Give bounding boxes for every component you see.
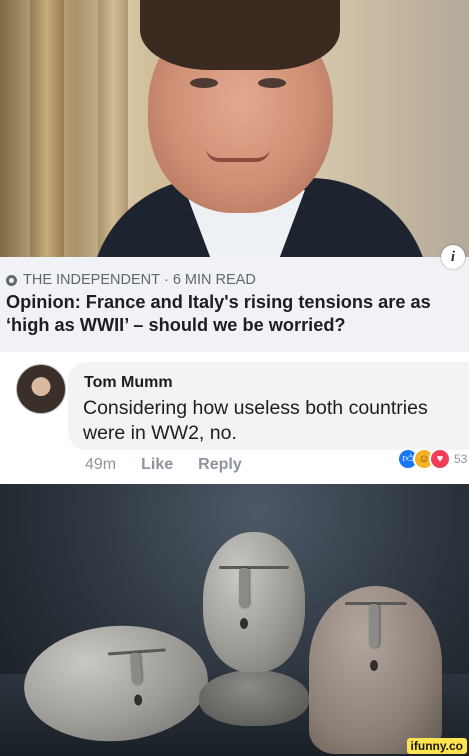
mouth — [206, 148, 270, 162]
article-link-card[interactable]: i THE INDEPENDENT · 6 MIN READ Opinion: … — [0, 245, 469, 353]
article-headline[interactable]: Opinion: France and Italy's rising tensi… — [6, 291, 469, 337]
article-photo[interactable] — [0, 0, 469, 257]
ifunny-watermark: ifunny.co — [406, 738, 467, 754]
globe-icon — [6, 274, 17, 286]
comment: Tom Mumm Considering how useless both co… — [0, 352, 469, 484]
brow — [219, 566, 289, 569]
background-column — [30, 0, 64, 257]
article-read-time: 6 MIN READ — [172, 272, 256, 288]
left-eye — [190, 78, 218, 88]
comment-text: Considering how useless both countries w… — [83, 397, 428, 444]
mouth — [133, 694, 143, 706]
avatar[interactable] — [16, 364, 66, 414]
stone-middle — [203, 532, 305, 672]
mouth — [370, 660, 378, 671]
stones-photo: ifunny.co — [0, 484, 469, 756]
comment-actions: 49m Like Reply — [85, 456, 267, 474]
info-icon[interactable]: i — [441, 245, 465, 269]
love-icon: ♥ — [429, 448, 451, 470]
reaction-count: 53 — [454, 452, 468, 466]
nose — [129, 652, 143, 685]
nose — [369, 604, 379, 648]
comment-bubble: Tom Mumm Considering how useless both co… — [68, 362, 469, 450]
article-source: THE INDEPENDENT — [23, 272, 160, 288]
article-source-row: THE INDEPENDENT · 6 MIN READ — [6, 272, 256, 288]
stone-base — [199, 670, 309, 726]
stone-right — [309, 586, 442, 754]
mouth — [240, 618, 248, 629]
nose — [239, 568, 249, 608]
comment-time[interactable]: 49m — [85, 456, 116, 474]
reply-button[interactable]: Reply — [198, 456, 242, 474]
hair — [140, 0, 340, 70]
comment-author[interactable]: Tom Mumm — [84, 374, 173, 392]
reaction-summary[interactable]: 👍︎ ☺ ♥ 53 — [397, 448, 467, 470]
like-button[interactable]: Like — [141, 456, 173, 474]
right-eye — [258, 78, 286, 88]
separator-dot: · — [163, 272, 169, 288]
